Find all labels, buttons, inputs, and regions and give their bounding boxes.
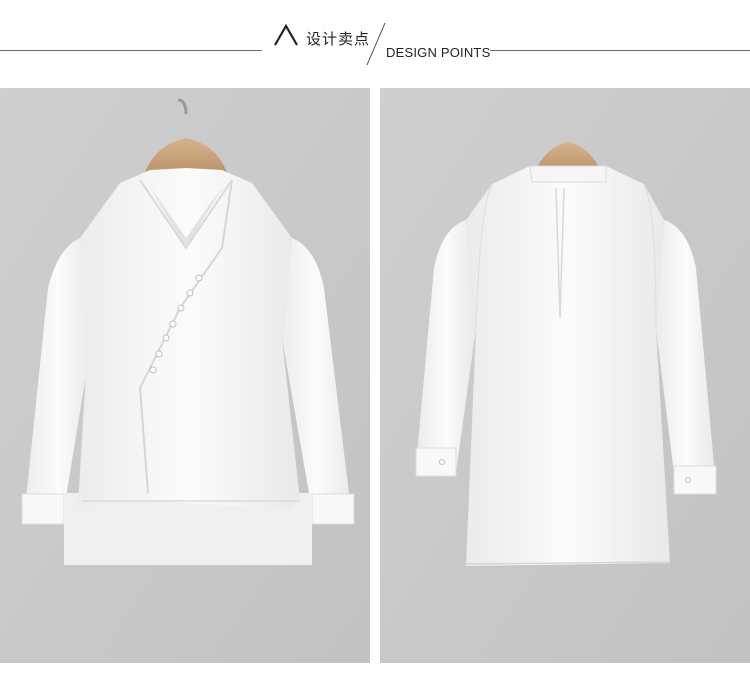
front-view-photo — [0, 88, 370, 663]
back-view-photo — [380, 88, 750, 663]
caret-icon — [274, 24, 298, 46]
section-title-chinese: 设计卖点 — [306, 30, 371, 48]
section-header: 设计卖点 DESIGN POINTS — [0, 0, 750, 80]
back-shirt-illustration — [380, 88, 750, 663]
slash-divider — [366, 22, 386, 66]
header-rule-left — [0, 50, 262, 51]
front-shirt-illustration — [0, 88, 370, 663]
header-rule-right — [490, 50, 750, 51]
section-title-english: DESIGN POINTS — [386, 45, 491, 60]
